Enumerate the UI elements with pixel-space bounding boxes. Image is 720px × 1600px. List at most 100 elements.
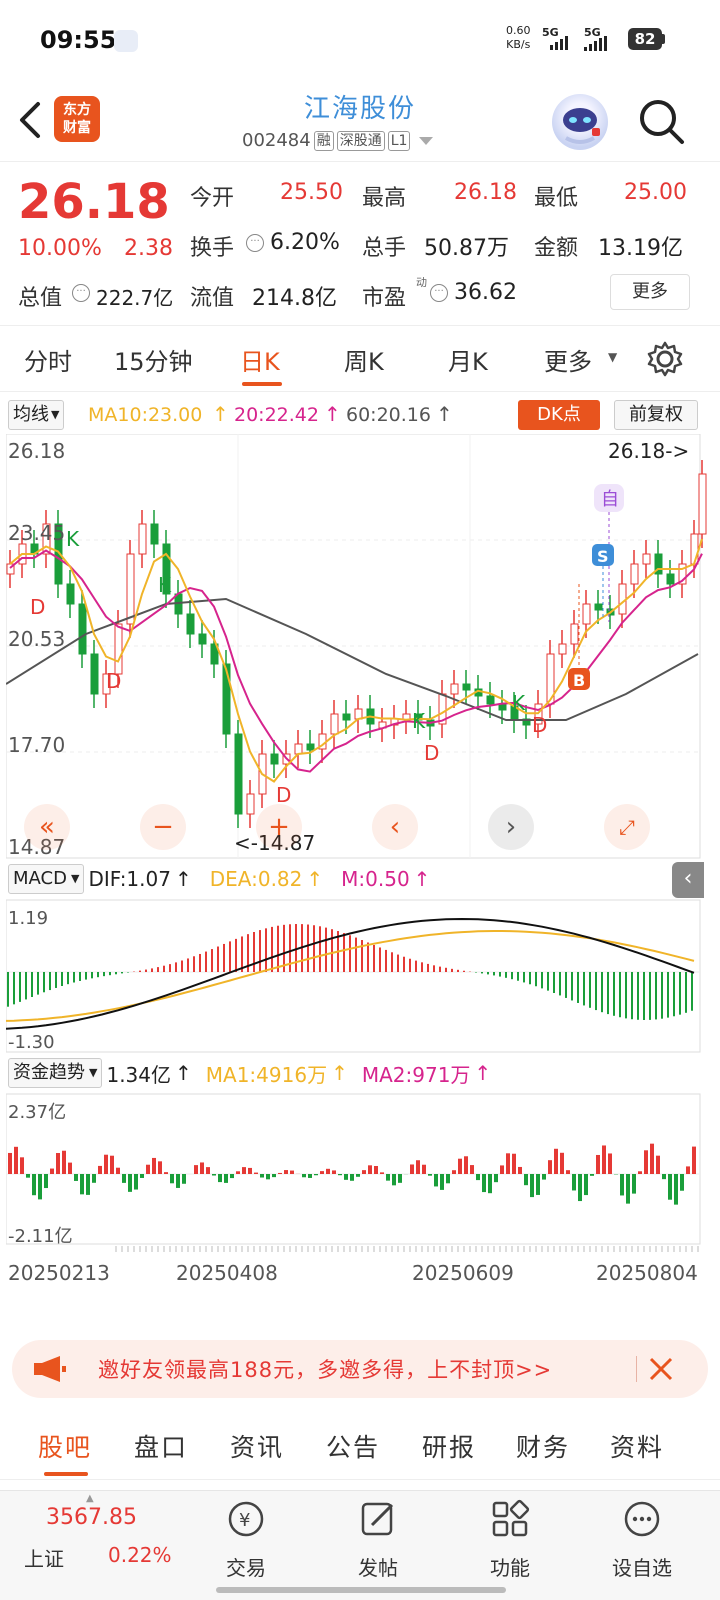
candle xyxy=(198,633,207,645)
fund-bar xyxy=(158,1161,162,1174)
content-tabs: 股吧 盘口 资讯 公告 研报 财务 资料 xyxy=(0,1410,720,1480)
ma-legend-bar: 均线 ▼ MA10:23.00 ↑ 20:22.42 ↑ 60:20.16 ↑ … xyxy=(0,396,720,434)
fund-bar xyxy=(626,1174,630,1204)
d-marker: D xyxy=(30,595,45,619)
fund-bar xyxy=(152,1157,156,1174)
search-button[interactable] xyxy=(636,96,686,146)
promo-banner[interactable]: 邀好友领最高188元，多邀多得，上不封顶>> xyxy=(12,1340,708,1398)
connect-tag: 深股通 xyxy=(336,130,385,151)
tab-forum[interactable]: 股吧 xyxy=(38,1428,92,1464)
fund-bar xyxy=(464,1156,468,1174)
ma60-value: 60:20.16 xyxy=(346,404,431,426)
add-watchlist-button[interactable]: 设自选 xyxy=(592,1499,692,1581)
tab-weekly[interactable]: 周K xyxy=(344,342,384,377)
candle xyxy=(150,523,159,545)
fund-bar xyxy=(38,1174,42,1200)
stock-name[interactable]: 江海股份 xyxy=(0,88,720,125)
candle xyxy=(138,523,147,555)
collapse-panel-button[interactable]: ‹ xyxy=(672,862,704,898)
stock-header: 东方 财富 江海股份 002484 融 深股通 L1 xyxy=(0,84,720,162)
fund-y-bottom: -2.11亿 xyxy=(8,1226,73,1247)
post-button[interactable]: 发帖 xyxy=(328,1499,428,1581)
info-icon[interactable]: ··· xyxy=(72,284,90,302)
fund-bar xyxy=(176,1174,180,1188)
volume-label: 总手 xyxy=(362,236,407,261)
fund-bar xyxy=(272,1174,276,1178)
plus-icon: + xyxy=(268,812,290,842)
tab-monthly[interactable]: 月K xyxy=(448,342,488,377)
stock-code-row[interactable]: 002484 融 深股通 L1 xyxy=(242,130,434,151)
open-label: 今开 xyxy=(190,186,235,211)
pe-label: 市盈 xyxy=(362,286,407,311)
tab-15min[interactable]: 15分钟 xyxy=(114,342,193,377)
high-note: 26.18-> xyxy=(608,439,689,463)
gear-icon[interactable] xyxy=(646,340,684,378)
fund-bar xyxy=(500,1165,504,1174)
fund-bar xyxy=(476,1174,480,1181)
candle xyxy=(582,603,591,625)
tab-daily[interactable]: 日K xyxy=(240,342,280,377)
dk-point-button[interactable]: DK点 xyxy=(518,400,600,430)
fund-bar xyxy=(230,1174,234,1179)
ma10-value: MA10:23.00 xyxy=(88,404,203,426)
adjust-mode-button[interactable]: 前复权 xyxy=(614,400,698,430)
fullscreen-button[interactable]: ⤢ xyxy=(604,804,650,850)
y-label: 20.53 xyxy=(8,627,65,651)
fund-bar xyxy=(80,1174,84,1195)
fund-bar xyxy=(14,1146,18,1174)
tab-orderbook[interactable]: 盘口 xyxy=(134,1428,188,1464)
fund-bar xyxy=(128,1174,132,1192)
candle xyxy=(270,753,279,765)
fund-select[interactable]: 资金趋势 ▼ xyxy=(8,1058,103,1088)
scroll-right-button[interactable]: › xyxy=(488,804,534,850)
d-marker: D xyxy=(424,741,439,765)
ma10-line xyxy=(9,538,703,783)
functions-button[interactable]: 功能 xyxy=(460,1499,560,1581)
fund-bar xyxy=(680,1174,684,1191)
trade-button[interactable]: ¥ 交易 xyxy=(196,1499,296,1581)
scroll-left-button[interactable]: ‹ xyxy=(372,804,418,850)
float-cap-value: 214.8亿 xyxy=(252,286,337,311)
arrow-up-icon: ↑ xyxy=(331,1061,348,1085)
scroll-left-fast-button[interactable]: « xyxy=(24,804,70,850)
fund-bar xyxy=(554,1148,558,1174)
zoom-out-button[interactable]: − xyxy=(140,804,186,850)
index-value[interactable]: 3567.85 xyxy=(46,1505,137,1530)
index-name[interactable]: 上证 xyxy=(24,1543,64,1572)
svg-text:¥: ¥ xyxy=(239,1510,250,1531)
fund-bar xyxy=(632,1174,636,1194)
tab-research[interactable]: 研报 xyxy=(422,1428,476,1464)
tab-financials[interactable]: 财务 xyxy=(516,1428,570,1464)
fund-bar xyxy=(68,1162,72,1174)
date-ticks xyxy=(115,1246,699,1252)
macd-select[interactable]: MACD ▼ xyxy=(8,864,85,894)
status-bar: 09:55 0.60 KB/s 5G 5G 82 xyxy=(0,0,720,80)
chart-area[interactable]: 26.18 23.45 20.53 17.70 14.87 26.18-> <-… xyxy=(5,433,710,1304)
k-marker: K xyxy=(512,691,526,715)
more-button[interactable]: 更多 xyxy=(610,274,690,310)
volume-value: 50.87万 xyxy=(424,236,509,261)
low-value: 25.00 xyxy=(624,180,687,205)
tab-news[interactable]: 资讯 xyxy=(230,1428,284,1464)
index-change[interactable]: 0.22% xyxy=(108,1543,172,1567)
candle xyxy=(234,733,243,815)
candle xyxy=(186,613,195,635)
candle xyxy=(294,743,303,755)
tab-announcements[interactable]: 公告 xyxy=(326,1428,380,1464)
arrow-up-icon: ↑ xyxy=(175,1061,192,1085)
fund-bar xyxy=(530,1174,534,1198)
battery-cap xyxy=(662,34,665,44)
close-icon[interactable] xyxy=(648,1356,674,1382)
info-icon[interactable]: ··· xyxy=(246,234,264,252)
tab-profile[interactable]: 资料 xyxy=(610,1428,664,1464)
fund-bar xyxy=(266,1174,270,1180)
ai-assistant-avatar[interactable] xyxy=(552,94,608,150)
zoom-in-button[interactable]: + xyxy=(256,804,302,850)
fund-bar xyxy=(428,1174,432,1176)
tab-intraday[interactable]: 分时 xyxy=(24,342,72,377)
fund-bar xyxy=(506,1153,510,1174)
candle xyxy=(306,743,315,751)
info-icon[interactable]: ··· xyxy=(430,284,448,302)
indicator-select[interactable]: 均线 ▼ xyxy=(8,400,65,430)
tab-more[interactable]: 更多 xyxy=(544,342,592,377)
